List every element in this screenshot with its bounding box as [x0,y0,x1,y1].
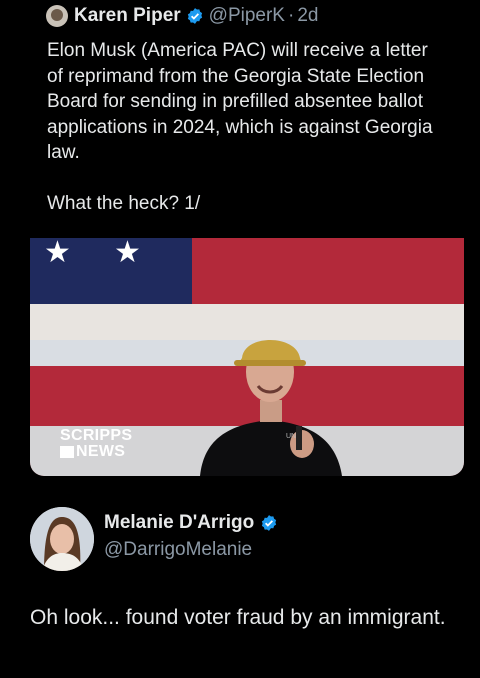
flag-canton: ★ ★ [30,238,192,304]
quoted-tweet-time[interactable]: 2d [297,5,318,27]
reply-tweet-text: Oh look... found voter fraud by an immig… [30,606,446,629]
quoted-tweet-paragraph-2: What the heck? 1/ [47,192,201,214]
logo-mark-icon [60,446,74,458]
reply-author-name-row: Melanie D'Arrigo [104,512,283,534]
reply-author-name[interactable]: Melanie D'Arrigo [104,512,254,534]
star-icon: ★ [114,238,141,269]
logo-line-2-row: NEWS [60,444,132,460]
logo-line-1: SCRIPPS [60,427,133,444]
svg-text:UN: UN [286,433,296,440]
quoted-tweet-header: Karen Piper @PiperK · 2d [46,2,318,30]
verified-badge-icon [260,514,278,532]
reply-author-handle[interactable]: @DarrigoMelanie [104,539,252,561]
quoted-tweet[interactable]: Karen Piper @PiperK · 2d Elon Musk (Amer… [30,0,464,487]
separator-dot: · [287,5,295,26]
scripps-news-logo: SCRIPPS NEWS [60,428,132,460]
logo-line-2: NEWS [76,443,126,460]
star-icon: ★ [44,238,71,269]
person-figure: UN [200,340,342,476]
verified-badge-icon [186,7,204,25]
avatar-portrait [30,507,94,571]
reply-author-avatar[interactable] [30,507,94,571]
quoted-author-handle[interactable]: @PiperK [209,5,285,27]
quoted-author-avatar[interactable] [46,5,68,27]
quoted-tweet-text: Elon Musk (America PAC) will receive a l… [47,38,447,217]
quoted-author-name[interactable]: Karen Piper [74,5,181,27]
quoted-tweet-image[interactable]: ★ ★ UN SCRIPPS NEWS [30,238,464,476]
reply-tweet[interactable]: Melanie D'Arrigo @DarrigoMelanie Oh look… [0,487,480,678]
quoted-tweet-paragraph-1: Elon Musk (America PAC) will receive a l… [47,40,433,164]
